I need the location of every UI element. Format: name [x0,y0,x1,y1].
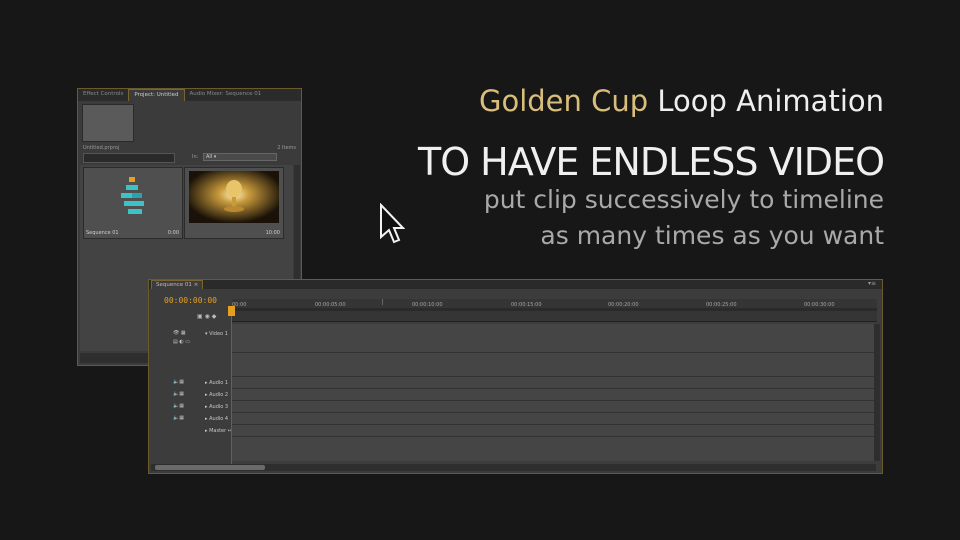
timeline-tabbar: Sequence 01 × ▾≡ [149,280,882,289]
headline-loop-animation: Loop Animation [648,84,884,118]
subtitle-line-2: as many times as you want [540,221,884,250]
tab-audio-mixer[interactable]: Audio Mixer: Sequence 01 [185,89,267,101]
mouse-pointer-icon [380,203,405,244]
track-label-master: ▸ Master ↔ [205,428,232,434]
track-name: Master [209,428,227,434]
tab-project[interactable]: Project: Untitled [128,89,185,101]
track-name: Audio 2 [209,392,229,398]
track-name: Audio 3 [209,404,229,410]
golden-cup-video-thumbnail [189,171,279,223]
clip-golden-cup[interactable]: 10:00 [184,167,284,239]
in-dropdown-value: All [206,154,213,160]
playhead-handle[interactable] [228,306,235,316]
in-dropdown[interactable]: All ▾ [203,153,277,161]
track-divider [232,352,877,353]
scrollbar-thumb[interactable] [155,465,265,470]
track-divider [232,436,877,437]
work-area-bar[interactable] [232,308,877,311]
track-name: Video 1 [209,331,228,337]
headline-golden-cup: Golden Cup [479,84,649,118]
track-divider [232,400,877,401]
clip-duration: 10:00 [265,230,280,236]
speaker-icon[interactable]: 🔈▦ [173,403,184,409]
track-label-audio-3: ▸ Audio 3 [205,404,229,410]
track-divider [232,412,877,413]
track-divider [232,376,877,377]
time-ruler[interactable]: 00:00 00:00:05:00 00:00:10:00 00:00:15:0… [232,299,877,322]
project-file-name: Untitled.prproj [83,145,120,151]
headline-endless-video: TO HAVE ENDLESS VIDEO [417,140,885,184]
track-tools-icon[interactable]: ▤ ◐ ▭ [173,339,190,345]
tab-effect-controls[interactable]: Effect Controls [78,89,128,101]
items-count: 2 Items [277,145,296,151]
subtitle-line-1: put clip successively to timeline [483,185,884,214]
eye-icon[interactable]: 👁 ▦ [173,330,186,336]
ruler-tick [382,299,383,305]
in-label: In: [192,154,199,160]
track-label-audio-1: ▸ Audio 1 [205,380,229,386]
track-name: Audio 1 [209,380,229,386]
clip-duration: 0:00 [167,230,179,236]
track-name: Audio 4 [209,416,229,422]
timeline-panel: Sequence 01 × ▾≡ 00:00:00:00 00:00 00:00… [148,279,883,474]
track-area[interactable] [232,324,877,461]
panel-menu-icon[interactable]: ▾≡ [868,280,876,287]
track-label-audio-2: ▸ Audio 2 [205,392,229,398]
ruler-label: 00:00:30:00 [804,302,835,308]
tab-sequence-01[interactable]: Sequence 01 × [151,280,204,289]
project-preview-thumbnail [82,104,134,142]
timecode-display[interactable]: 00:00:00:00 [164,296,217,305]
speaker-icon[interactable]: 🔈▦ [173,391,184,397]
clip-name: Sequence 01 [86,230,119,236]
headline-title: Golden Cup Loop Animation [479,84,884,118]
playhead-line[interactable] [231,308,232,468]
clip-sequence-01[interactable]: Sequence 01 0:00 [83,167,183,239]
sequence-icon [88,171,178,223]
search-input[interactable] [83,153,175,163]
track-divider [232,424,877,425]
ruler-label: 00:00:10:00 [412,302,443,308]
speaker-icon[interactable]: 🔈▦ [173,379,184,385]
timeline-controls[interactable]: ▣ ◉ ◆ [197,313,216,320]
track-label-audio-4: ▸ Audio 4 [205,416,229,422]
project-tabs: Effect Controls Project: Untitled Audio … [78,89,301,101]
timeline-vertical-scrollbar[interactable] [874,324,880,461]
ruler-label: 00:00:05:00 [315,302,346,308]
ruler-label: 00:00:20:00 [608,302,639,308]
track-headers: 👁 ▦ ▾ Video 1 ▤ ◐ ▭ 🔈▦ ▸ Audio 1 🔈▦ ▸ Au… [151,324,232,461]
ruler-label: 00:00:25:00 [706,302,737,308]
track-label-video-1: ▾ Video 1 [205,331,228,337]
ruler-label: 00:00:15:00 [511,302,542,308]
track-divider [232,388,877,389]
speaker-icon[interactable]: 🔈▦ [173,415,184,421]
